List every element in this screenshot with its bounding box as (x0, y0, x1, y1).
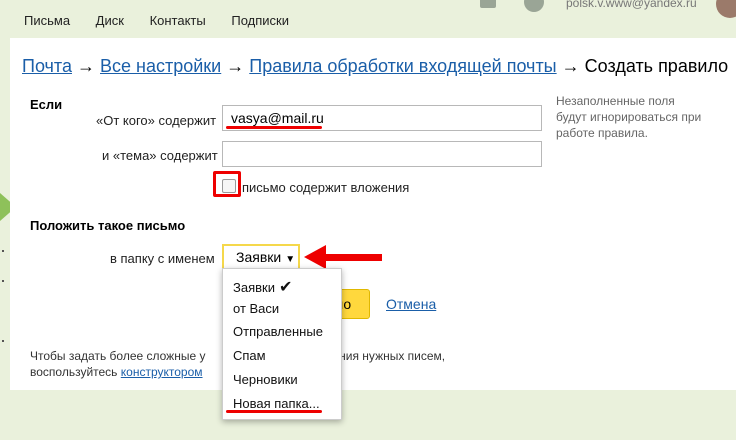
bottom-text-part: воспользуйтесь (30, 365, 121, 379)
settings-panel (10, 38, 736, 390)
chevron-down-icon: ▼ (285, 254, 296, 265)
folder-label: в папку с именем (110, 251, 215, 266)
if-heading: Если (30, 97, 63, 112)
dropdown-item[interactable]: Заявки ✔ (233, 277, 292, 297)
breadcrumb-all-settings[interactable]: Все настройки (100, 56, 221, 76)
arrow-left-icon (304, 245, 326, 269)
bottom-text-part: ления нужных писем, (325, 349, 446, 363)
breadcrumb: Почта → Все настройки → Правила обработк… (22, 56, 728, 77)
folder-dropdown: Заявки ✔ от Васи Отправленные Спам Чернов… (222, 268, 342, 420)
breadcrumb-mail[interactable]: Почта (22, 56, 72, 76)
side-dot (2, 340, 4, 342)
dropdown-item-new-folder[interactable]: Новая папка... (233, 396, 320, 411)
top-bar: Письма Диск Контакты Подписки polsk.v.ww… (0, 0, 736, 38)
nav-subscriptions[interactable]: Подписки (231, 13, 289, 28)
top-navigation: Письма Диск Контакты Подписки (24, 13, 311, 28)
annotation-arrow (322, 254, 382, 261)
attachments-label: письмо содержит вложения (242, 180, 410, 195)
subject-input[interactable] (222, 141, 542, 167)
new-folder-underline (226, 410, 322, 413)
constructor-link[interactable]: конструктором (121, 365, 203, 379)
from-value-underline (226, 126, 322, 129)
side-dot (2, 250, 4, 252)
dropdown-item[interactable]: Спам (233, 348, 266, 363)
tile-icon[interactable] (480, 0, 496, 8)
breadcrumb-separator: → (77, 56, 95, 76)
breadcrumb-separator: → (226, 56, 245, 76)
avatar[interactable] (716, 0, 736, 18)
cancel-link[interactable]: Отмена (386, 296, 436, 312)
checkmark-icon: ✔ (278, 279, 293, 296)
user-email[interactable]: polsk.v.www@yandex.ru (566, 0, 697, 10)
folder-select-value: Заявки (236, 249, 282, 265)
bottom-text-part: Чтобы задать более сложные у (30, 349, 206, 363)
dropdown-item[interactable]: Отправленные (233, 324, 323, 339)
nav-contacts[interactable]: Контакты (150, 13, 206, 28)
side-dot (2, 280, 4, 282)
breadcrumb-current: Создать правило (584, 56, 729, 76)
breadcrumb-separator: → (561, 56, 580, 76)
dropdown-item[interactable]: Черновики (233, 372, 298, 387)
breadcrumb-rules[interactable]: Правила обработки входящей почты (249, 56, 556, 76)
put-heading: Положить такое письмо (30, 218, 186, 233)
subject-label: и «тема» содержит (102, 148, 218, 163)
folder-select[interactable]: Заявки ▼ (222, 244, 300, 270)
nav-disk[interactable]: Диск (96, 13, 124, 28)
nav-mail[interactable]: Письма (24, 13, 70, 28)
from-label: «От кого» содержит (96, 113, 217, 128)
checkbox-highlight (213, 171, 241, 197)
dropdown-item[interactable]: от Васи (233, 301, 279, 316)
gear-icon[interactable] (524, 0, 544, 12)
hint-text: Незаполненные поля будут игнорироваться … (556, 94, 702, 140)
